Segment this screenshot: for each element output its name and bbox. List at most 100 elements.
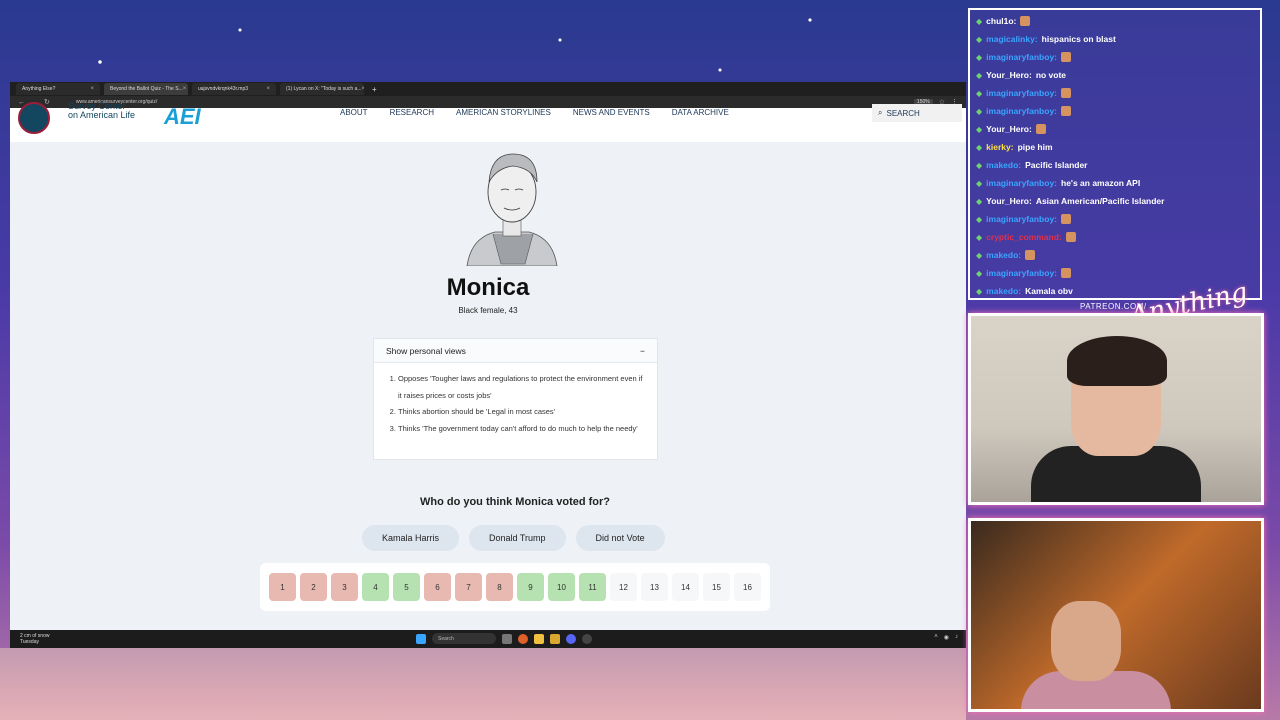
discord-icon[interactable] xyxy=(566,633,576,644)
chat-username[interactable]: chul1o: xyxy=(986,16,1016,26)
close-icon[interactable]: × xyxy=(362,86,364,92)
sub-badge-icon: ◆ xyxy=(976,286,983,296)
chat-message: ◆ Your_Hero: Asian American/Pacific Island… xyxy=(976,192,1254,210)
task-view-icon[interactable] xyxy=(502,633,512,644)
background-band xyxy=(0,648,966,720)
chat-message: ◆ makedo: Pacific Islander xyxy=(976,156,1254,174)
collapse-icon[interactable]: − xyxy=(640,346,645,356)
page-button-12[interactable]: 12 xyxy=(610,573,637,601)
page-button-1[interactable]: 1 xyxy=(269,573,296,601)
sub-badge-icon: ◆ xyxy=(976,88,983,98)
site-header: Survey Center on American Life AEI ABOUT… xyxy=(10,101,966,142)
stream-chat: ◆ chul1o: ◆ magicalinky: hispanics on blast ◆… xyxy=(968,8,1262,300)
close-icon[interactable]: × xyxy=(183,86,187,92)
volume-icon[interactable]: ♪ xyxy=(955,634,958,641)
browser-tab[interactable]: Anything Else? × xyxy=(16,83,100,95)
page-button-2[interactable]: 2 xyxy=(300,573,327,601)
chat-username[interactable]: magicalinky: xyxy=(986,34,1038,44)
emote-icon xyxy=(1061,268,1072,278)
sub-badge-icon: ◆ xyxy=(976,196,983,206)
browser-window: Anything Else? × Beyond the Ballot Quiz -… xyxy=(10,82,966,648)
page-button-5[interactable]: 5 xyxy=(393,573,420,601)
sub-badge-icon: ◆ xyxy=(976,124,983,134)
firefox-icon[interactable] xyxy=(518,633,528,644)
chat-username[interactable]: imaginaryfanboy: xyxy=(986,214,1057,224)
new-tab-button[interactable]: + xyxy=(368,85,377,94)
choice-kamala-harris-button[interactable]: Kamala Harris xyxy=(362,525,460,551)
page-button-13[interactable]: 13 xyxy=(641,573,668,601)
chat-username[interactable]: Your_Hero: xyxy=(986,124,1032,134)
chat-text: he's an amazon API xyxy=(1061,178,1141,188)
nav-american-storylines[interactable]: AMERICAN STORYLINES xyxy=(456,108,551,117)
browser-tab[interactable]: uajsvndvkrqnk43r.mp3 × xyxy=(192,83,276,95)
chat-username[interactable]: kierky: xyxy=(986,142,1013,152)
tab-title: Anything Else? xyxy=(22,86,56,92)
chat-username[interactable]: makedo: xyxy=(986,286,1021,296)
aei-logo[interactable]: AEI xyxy=(164,104,201,130)
network-icon[interactable]: ◉ xyxy=(944,634,949,641)
chat-text: Asian American/Pacific Islander xyxy=(1035,196,1165,206)
weather-day: Tuesday xyxy=(20,639,39,645)
choice-donald-trump-button[interactable]: Donald Trump xyxy=(469,525,566,551)
sub-badge-icon: ◆ xyxy=(976,232,983,242)
nav-data-archive[interactable]: DATA ARCHIVE xyxy=(672,108,729,117)
nav-research[interactable]: RESEARCH xyxy=(390,108,434,117)
chat-username[interactable]: imaginaryfanboy: xyxy=(986,178,1057,188)
page-button-10[interactable]: 10 xyxy=(548,573,575,601)
site-logo-text[interactable]: Survey Center on American Life xyxy=(68,101,135,120)
chat-message: ◆ imaginaryfanboy: xyxy=(976,102,1254,120)
page-button-3[interactable]: 3 xyxy=(331,573,358,601)
taskbar-search[interactable]: Search xyxy=(432,633,496,644)
browser-tab-active[interactable]: Beyond the Ballot Quiz - The S... × xyxy=(104,83,188,95)
nav-about[interactable]: ABOUT xyxy=(340,108,368,117)
weather-widget[interactable]: 2 cm of snow Tuesday xyxy=(10,633,49,645)
folder-icon[interactable] xyxy=(550,633,560,644)
reload-icon[interactable]: ↻ xyxy=(44,98,50,106)
page-button-7[interactable]: 7 xyxy=(455,573,482,601)
page-button-16[interactable]: 16 xyxy=(734,573,761,601)
personal-views-toggle[interactable]: Show personal views − xyxy=(374,339,657,363)
search-label: SEARCH xyxy=(886,108,920,118)
chat-username[interactable]: imaginaryfanboy: xyxy=(986,52,1057,62)
chat-username[interactable]: makedo: xyxy=(986,250,1021,260)
page-button-4[interactable]: 4 xyxy=(362,573,389,601)
chat-username[interactable]: Your_Hero: xyxy=(986,196,1032,206)
chat-username[interactable]: Your_Hero: xyxy=(986,70,1032,80)
sub-badge-icon: ◆ xyxy=(976,268,983,278)
emote-icon xyxy=(1065,232,1076,242)
start-icon[interactable] xyxy=(416,633,426,644)
page-button-15[interactable]: 15 xyxy=(703,573,730,601)
chat-username[interactable]: imaginaryfanboy: xyxy=(986,88,1057,98)
sub-badge-icon: ◆ xyxy=(976,70,983,80)
browser-tab[interactable]: (1) Lycan on X: "Today is such a... × xyxy=(280,83,364,95)
chat-username[interactable]: imaginaryfanboy: xyxy=(986,106,1057,116)
close-icon[interactable]: × xyxy=(266,86,270,92)
respondent-name: Monica xyxy=(446,274,530,301)
site-search[interactable]: ⌕ SEARCH xyxy=(872,104,962,122)
chevron-up-icon[interactable]: ˄ xyxy=(934,634,938,641)
chat-username[interactable]: imaginaryfanboy: xyxy=(986,268,1057,278)
page-button-14[interactable]: 14 xyxy=(672,573,699,601)
chat-text: Pacific Islander xyxy=(1025,160,1088,170)
choice-did-not-vote-button[interactable]: Did not Vote xyxy=(575,525,665,551)
close-icon[interactable]: × xyxy=(90,86,94,92)
sub-badge-icon: ◆ xyxy=(976,34,983,44)
chat-username[interactable]: cryptic_command: xyxy=(986,232,1062,242)
logo-line-1: Survey Center xyxy=(68,101,126,111)
chat-message: ◆ chul1o: xyxy=(976,12,1254,30)
sub-badge-icon: ◆ xyxy=(976,16,983,26)
site-logo-icon[interactable] xyxy=(18,102,50,134)
answer-choices: Kamala Harris Donald Trump Did not Vote xyxy=(362,525,665,551)
page-button-6[interactable]: 6 xyxy=(424,573,451,601)
page-button-8[interactable]: 8 xyxy=(486,573,513,601)
chat-username[interactable]: makedo: xyxy=(986,160,1021,170)
sub-badge-icon: ◆ xyxy=(976,106,983,116)
nav-news-and-events[interactable]: NEWS AND EVENTS xyxy=(573,108,650,117)
sub-badge-icon: ◆ xyxy=(976,142,983,152)
page-button-11[interactable]: 11 xyxy=(579,573,606,601)
chat-message: ◆ Your_Hero: xyxy=(976,120,1254,138)
file-explorer-icon[interactable] xyxy=(534,633,544,644)
obs-icon[interactable] xyxy=(582,633,592,644)
page-button-9[interactable]: 9 xyxy=(517,573,544,601)
chat-message: ◆ imaginaryfanboy: xyxy=(976,210,1254,228)
